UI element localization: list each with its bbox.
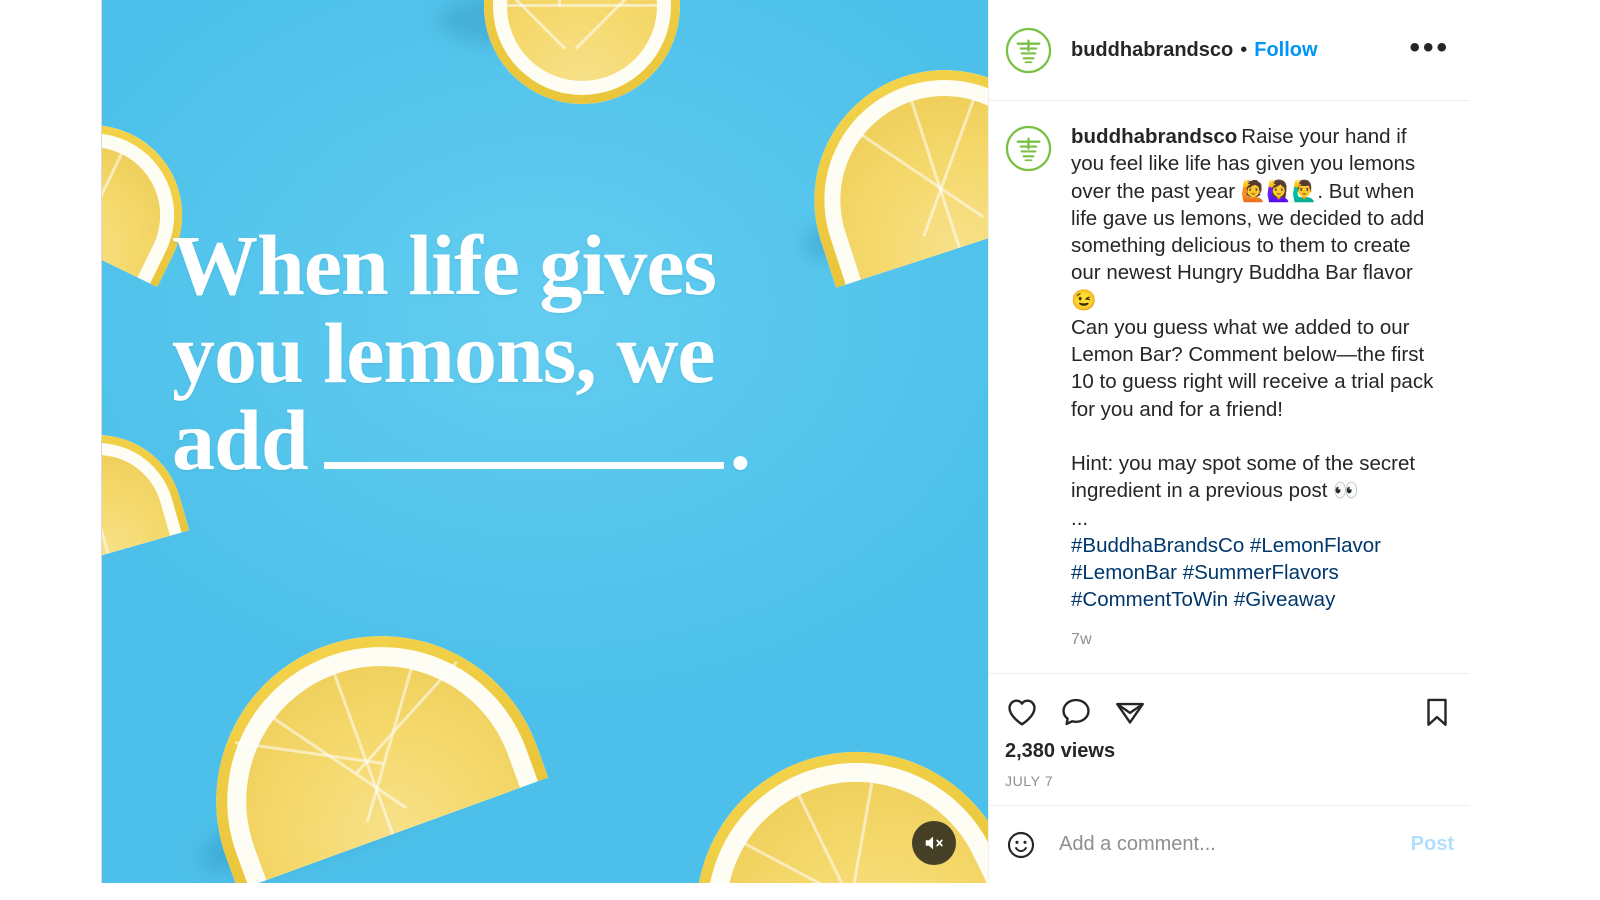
like-button[interactable] [1005,695,1039,729]
post-actions: 2,380 views JULY 7 [989,673,1470,805]
bookmark-icon [1427,698,1447,726]
post-username[interactable]: buddhabrandsco [1071,39,1233,62]
post-sidebar: buddhabrandsco • Follow ••• buddhabrands… [988,0,1470,883]
comment-button[interactable] [1059,695,1093,729]
headline-line-1: When life gives [172,217,717,313]
instagram-post: When life gives you lemons, we add . bud… [101,0,1470,883]
username-separator: • [1240,38,1248,61]
headline-period: . [729,392,751,489]
save-button[interactable] [1420,695,1454,729]
comment-bar: Post [989,805,1470,883]
speaker-muted-icon [925,836,943,850]
post-date: JULY 7 [1005,773,1054,789]
paper-plane-icon [1116,702,1144,724]
speech-bubble-icon [1062,698,1090,726]
buddha-face-logo-avatar[interactable] [1005,27,1052,74]
share-button[interactable] [1113,695,1147,729]
caption-timestamp: 7w [1071,630,1092,648]
caption-row: buddhabrandsco Raise your hand if you fee… [1005,123,1454,614]
buddha-face-logo-caption-avatar[interactable] [1005,125,1052,172]
post-media[interactable]: When life gives you lemons, we add . [102,0,988,883]
heart-icon [1008,699,1036,726]
emoji-picker-button[interactable] [1005,829,1037,861]
caption-area: buddhabrandsco Raise your hand if you fee… [989,101,1470,673]
header-names: buddhabrandsco • Follow [1071,39,1405,62]
headline-line-2: you lemons, we [172,304,716,401]
smiley-face-icon [1007,831,1035,858]
action-icon-row [1005,688,1454,736]
post-header: buddhabrandsco • Follow ••• [989,0,1470,101]
post-comment-button[interactable]: Post [1411,833,1454,856]
headline-line-3: add . [172,397,962,485]
more-options-button[interactable]: ••• [1405,32,1454,68]
mute-toggle-button[interactable] [912,821,956,865]
headline-add-word: add [172,392,309,489]
media-headline: When life gives you lemons, we add . [172,217,962,485]
caption-hashtags[interactable]: #BuddhaBrandsCo #LemonFlavor #LemonBar #… [1071,534,1381,612]
comment-input[interactable] [1059,833,1411,856]
caption-body: buddhabrandsco Raise your hand if you fee… [1071,123,1441,614]
caption-text: Raise your hand if you feel like life ha… [1071,125,1434,530]
screen: When life gives you lemons, we add . bud… [0,0,1600,900]
fill-in-blank [323,462,724,470]
lemon-slice-top-center [438,0,680,104]
view-count: 2,380 views [1005,740,1116,762]
follow-button[interactable]: Follow [1254,39,1317,62]
caption-username[interactable]: buddhabrandsco [1071,125,1237,148]
